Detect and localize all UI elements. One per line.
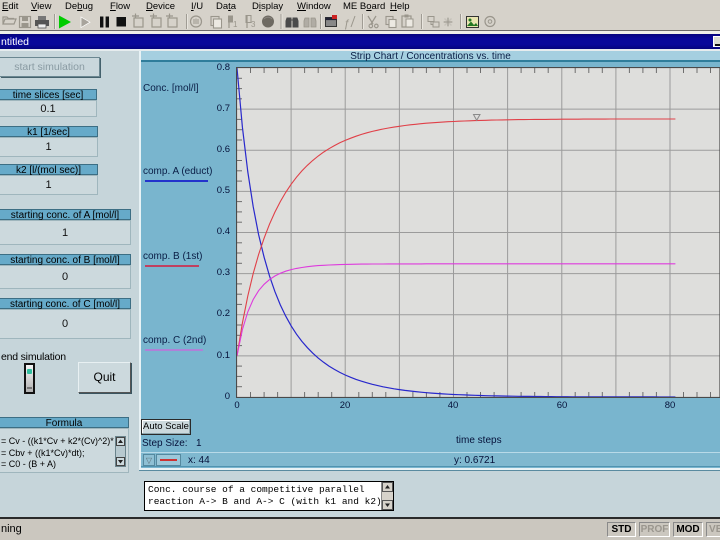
svg-text:3: 3 bbox=[251, 20, 256, 29]
svg-text:ƒ: ƒ bbox=[344, 18, 350, 30]
svg-text:1: 1 bbox=[233, 20, 238, 29]
